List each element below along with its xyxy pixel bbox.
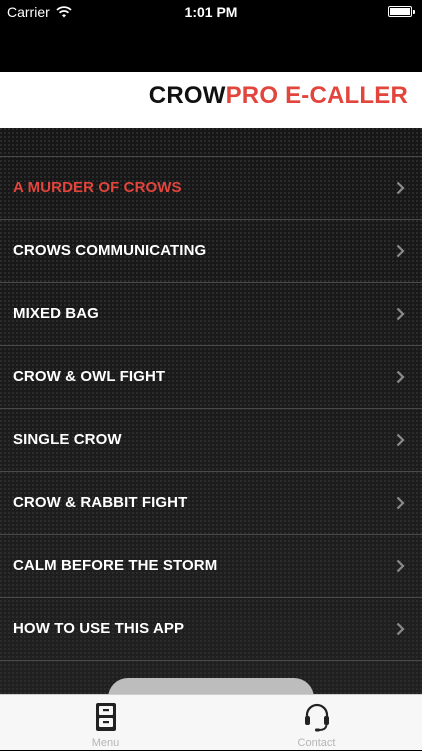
menu-item-label: CALM BEFORE THE STORM: [13, 557, 218, 574]
app-title: CROWPRO E-CALLER: [149, 82, 408, 110]
chevron-right-icon: [396, 559, 405, 573]
sound-menu-list[interactable]: A MURDER OF CROWS CROWS COMMUNICATING MIXE…: [0, 128, 422, 694]
menu-item[interactable]: MIXED BAG: [0, 283, 422, 346]
chevron-right-icon: [396, 181, 405, 195]
nav-bar: [0, 26, 422, 72]
menu-item-label: CROW & RABBIT FIGHT: [13, 494, 188, 511]
headset-icon: [304, 703, 329, 732]
tab-contact-label: Contact: [297, 737, 336, 749]
menu-item[interactable]: HOW TO USE THIS APP: [0, 598, 422, 661]
chevron-right-icon: [396, 370, 405, 384]
tab-bar: Menu Contact: [0, 694, 422, 750]
chevron-right-icon: [396, 307, 405, 321]
tab-menu-label: Menu: [91, 737, 120, 749]
status-bar: Carrier 1:01 PM: [0, 0, 422, 26]
menu-item[interactable]: CROW & OWL FIGHT: [0, 346, 422, 409]
menu-item[interactable]: CROWS COMMUNICATING: [0, 220, 422, 283]
menu-item-label: A MURDER OF CROWS: [13, 179, 182, 196]
chevron-right-icon: [396, 244, 405, 258]
menu-item[interactable]: SINGLE CROW: [0, 409, 422, 472]
menu-item-label: CROWS COMMUNICATING: [13, 242, 207, 259]
app-banner: CROWPRO E-CALLER: [0, 72, 422, 128]
app-title-crow: CROW: [148, 82, 226, 109]
status-time: 1:01 PM: [184, 4, 238, 20]
menu-item-label: CROW & OWL FIGHT: [13, 368, 166, 385]
chevron-right-icon: [396, 496, 405, 510]
tab-menu[interactable]: Menu: [0, 695, 211, 751]
chevron-right-icon: [396, 433, 405, 447]
file-cabinet-icon: [95, 703, 116, 731]
menu-item[interactable]: CALM BEFORE THE STORM: [0, 535, 422, 598]
app-title-pro: PRO E-CALLER: [225, 82, 408, 109]
menu-item-label: HOW TO USE THIS APP: [13, 620, 185, 637]
menu-item[interactable]: CROW & RABBIT FIGHT: [0, 472, 422, 535]
tab-contact[interactable]: Contact: [211, 695, 422, 751]
menu-item-label: MIXED BAG: [13, 305, 99, 322]
battery-fill: [390, 8, 410, 15]
battery-tip: [413, 10, 415, 14]
list-top-gap: [0, 128, 422, 157]
chevron-right-icon: [396, 622, 405, 636]
battery-icon: [388, 6, 415, 17]
menu-item[interactable]: A MURDER OF CROWS: [0, 157, 422, 220]
menu-item-label: SINGLE CROW: [13, 431, 122, 448]
